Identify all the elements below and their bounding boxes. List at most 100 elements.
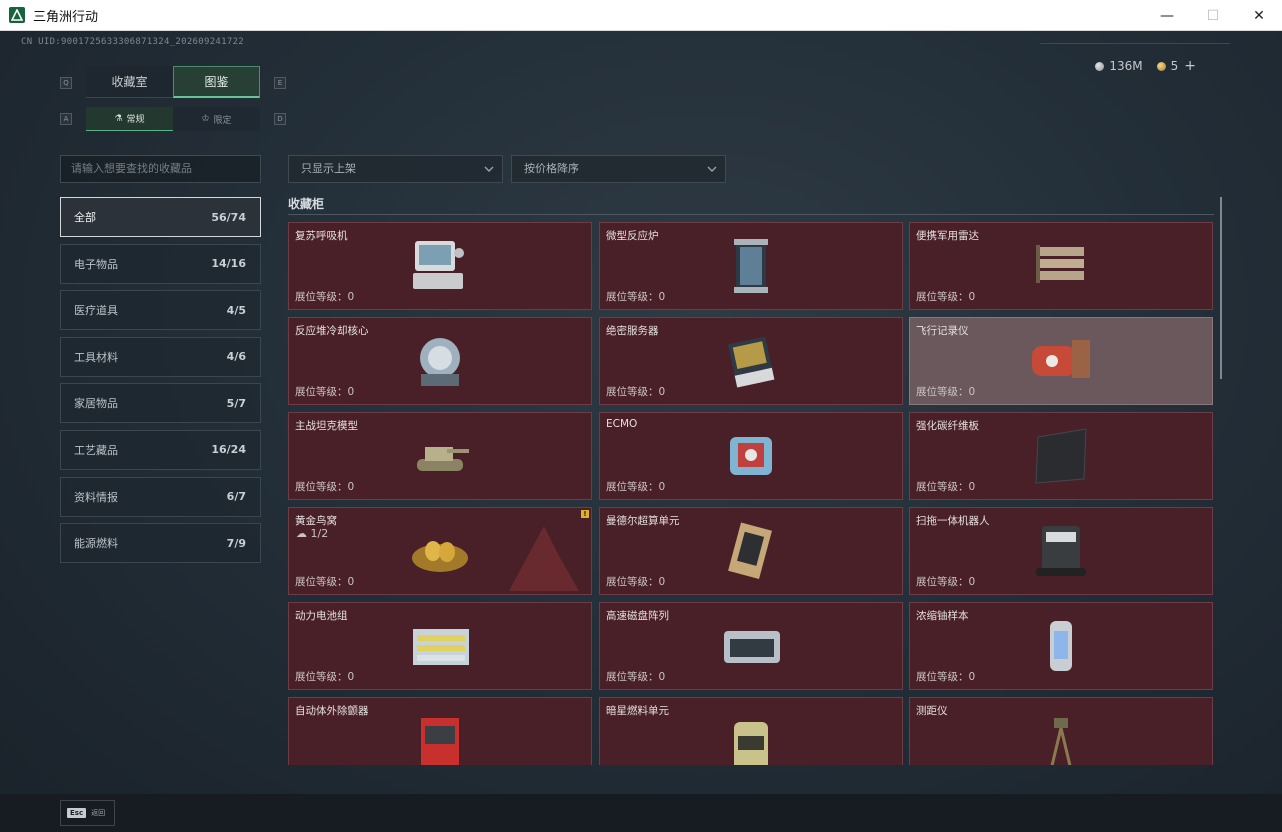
category-label: 工艺藏品 xyxy=(74,443,118,457)
display-level: 展位等级：0 xyxy=(916,481,976,493)
shelf-filter-dropdown[interactable]: 只显示上架 xyxy=(288,155,503,183)
minimize-button[interactable]: — xyxy=(1144,0,1190,31)
fuel-cell-icon xyxy=(718,708,784,765)
item-name: 动力电池组 xyxy=(295,610,348,622)
disk-array-icon xyxy=(718,613,784,679)
esc-key-hint: Esc xyxy=(67,808,87,818)
cooling-core-icon xyxy=(407,328,473,394)
collection-grid: 复苏呼吸机 展位等级：0 微型反应炉 展位等级：0 便携军用雷达 展位等级：0 反应堆冷却核… xyxy=(288,222,1214,765)
display-level: 展位等级：0 xyxy=(606,386,666,398)
category-count: 7/9 xyxy=(226,536,246,550)
flight-recorder-icon xyxy=(1028,328,1094,394)
collection-card[interactable]: 曼德尔超算单元 展位等级：0 xyxy=(599,507,903,595)
main-tabs: 收藏室 图鉴 xyxy=(86,66,260,98)
display-level: 展位等级：0 xyxy=(295,576,355,588)
collection-card[interactable]: 自动体外除颤器 xyxy=(288,697,592,765)
category-item[interactable]: 工艺藏品 16/24 xyxy=(60,429,261,470)
chevron-down-icon xyxy=(707,166,717,172)
close-button[interactable]: ✕ xyxy=(1236,0,1282,31)
reactor-icon xyxy=(718,233,784,299)
subtab-limited[interactable]: ♔ 限定 xyxy=(173,107,260,131)
collection-card[interactable]: 绝密服务器展位等级：0 xyxy=(599,317,903,405)
search-input[interactable]: 请输入想要查找的收藏品 xyxy=(60,155,261,183)
carbon-plate-icon xyxy=(1028,423,1094,489)
collection-card[interactable]: ECMO 展位等级：0 xyxy=(599,412,903,500)
collection-card[interactable]: 反应堆冷却核心 展位等级：0 xyxy=(288,317,592,405)
tab-collection-room[interactable]: 收藏室 xyxy=(86,66,173,98)
add-currency-button[interactable]: + xyxy=(1184,58,1196,74)
brand-watermark-icon xyxy=(509,526,579,591)
sub-tabs: ⚗ 常规 ♔ 限定 xyxy=(86,107,260,131)
display-level: 展位等级：0 xyxy=(295,671,355,683)
bottom-bar: Esc 返回 xyxy=(0,794,1282,832)
category-item[interactable]: 医疗道具 4/5 xyxy=(60,290,261,331)
tab-catalog[interactable]: 图鉴 xyxy=(173,66,260,98)
collection-card[interactable]: 便携军用雷达 展位等级：0 xyxy=(909,222,1213,310)
collection-card[interactable]: 浓缩铀样本 展位等级：0 xyxy=(909,602,1213,690)
collection-card[interactable]: 动力电池组展位等级：0 xyxy=(288,602,592,690)
tank-model-icon xyxy=(407,423,473,489)
category-label: 全部 xyxy=(74,211,96,224)
chevron-down-icon xyxy=(484,166,494,172)
sort-value: 按价格降序 xyxy=(524,162,579,175)
category-item[interactable]: 工具材料 4/6 xyxy=(60,336,261,377)
category-item[interactable]: 资料情报 6/7 xyxy=(60,476,261,517)
uid-label: CN UID:9001725633306871324_202609241722 xyxy=(21,37,245,47)
crown-icon: ♔ xyxy=(201,114,210,124)
collection-card[interactable]: 测距仪 xyxy=(909,697,1213,765)
item-name: 强化碳纤维板 xyxy=(916,420,979,432)
item-name: 主战坦克模型 xyxy=(295,420,358,432)
grid-scrollbar[interactable] xyxy=(1220,197,1222,379)
collection-card[interactable]: 强化碳纤维板 展位等级：0 xyxy=(909,412,1213,500)
item-name: 反应堆冷却核心 xyxy=(295,325,369,337)
category-count: 56/74 xyxy=(211,210,246,224)
mop-robot-icon xyxy=(1028,518,1094,584)
category-item[interactable]: 能源燃料 7/9 xyxy=(60,523,261,564)
item-name: 绝密服务器 xyxy=(606,325,659,337)
subtab-regular[interactable]: ⚗ 常规 xyxy=(86,107,173,131)
collection-card[interactable]: 高速磁盘阵列 展位等级：0 xyxy=(599,602,903,690)
bird-icon: ☁ xyxy=(296,527,311,540)
item-name: 自动体外除颤器 xyxy=(295,705,369,717)
category-item[interactable]: 全部 56/74 xyxy=(60,197,261,237)
category-item[interactable]: 电子物品 14/16 xyxy=(60,243,261,284)
collection-card[interactable]: 主战坦克模型 展位等级：0 xyxy=(288,412,592,500)
section-title: 收藏柜 xyxy=(288,197,325,211)
nest-progress: ☁ 1/2 xyxy=(296,527,329,540)
collection-card[interactable]: 扫拖一体机器人 展位等级：0 xyxy=(909,507,1213,595)
display-level: 展位等级：0 xyxy=(916,576,976,588)
flask-icon: ⚗ xyxy=(114,113,123,124)
category-count: 4/5 xyxy=(226,303,246,317)
display-level: 展位等级：0 xyxy=(916,291,976,303)
gold-coin-icon xyxy=(1156,62,1166,71)
back-button[interactable]: Esc 返回 xyxy=(60,800,115,826)
collection-card[interactable]: 黄金鸟窝 ☁ 1/2! 展位等级：0 xyxy=(288,507,592,595)
game-viewport: CN UID:9001725633306871324_202609241722 … xyxy=(0,31,1282,832)
category-item[interactable]: 家居物品 5/7 xyxy=(60,383,261,424)
maximize-button[interactable]: ☐ xyxy=(1190,0,1236,31)
category-label: 能源燃料 xyxy=(74,537,118,551)
supercomputer-icon xyxy=(718,518,784,584)
item-name: ECMO xyxy=(606,418,638,430)
collection-card[interactable]: 飞行记录仪 展位等级：0 xyxy=(909,317,1213,405)
category-list: 全部 56/74 电子物品 14/16 医疗道具 4/5 工具材料 4/6 家居物品 5/7 工艺藏… xyxy=(60,197,261,570)
currency-bar: 136M 5 + xyxy=(1095,58,1196,74)
sort-dropdown[interactable]: 按价格降序 xyxy=(511,155,726,183)
collection-card[interactable]: 微型反应炉 展位等级：0 xyxy=(599,222,903,310)
item-name: 曼德尔超算单元 xyxy=(606,515,680,527)
collection-card[interactable]: 暗星燃料单元 xyxy=(599,697,903,765)
rangefinder-icon xyxy=(1028,708,1094,765)
category-count: 14/16 xyxy=(211,257,246,271)
collection-card[interactable]: 复苏呼吸机 展位等级：0 xyxy=(288,222,592,310)
category-label: 资料情报 xyxy=(74,490,118,504)
item-name: 暗星燃料单元 xyxy=(606,705,669,717)
category-label: 电子物品 xyxy=(74,257,118,271)
currency-silver: 136M xyxy=(1095,59,1143,73)
category-label: 工具材料 xyxy=(74,350,118,364)
item-name: 扫拖一体机器人 xyxy=(916,515,990,527)
window-title: 三角洲行动 xyxy=(33,9,99,25)
display-level: 展位等级：0 xyxy=(916,386,976,398)
display-level: 展位等级：0 xyxy=(916,671,976,683)
currency-gold: 5 + xyxy=(1156,58,1196,74)
category-label: 医疗道具 xyxy=(74,304,118,318)
